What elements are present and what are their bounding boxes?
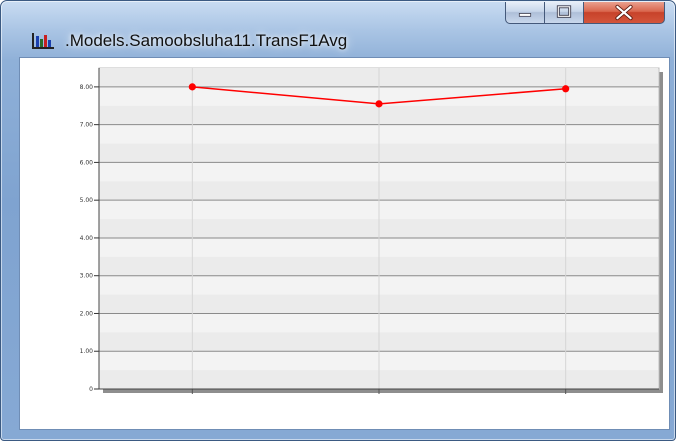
y-tick-label: 8.00 [80, 84, 94, 91]
data-point [562, 85, 570, 93]
maximize-button[interactable] [544, 2, 584, 24]
title-bar[interactable]: .Models.Samoobsluha11.TransF1Avg [1, 1, 675, 59]
y-tick-label: 3.00 [80, 273, 94, 280]
maximize-icon [556, 5, 572, 18]
minimize-button[interactable] [505, 2, 545, 24]
close-button[interactable] [583, 2, 665, 24]
data-point [188, 83, 196, 91]
y-tick-label: 5.00 [80, 197, 94, 204]
y-tick-label: 2.00 [80, 310, 94, 317]
y-tick-label: 7.00 [80, 122, 94, 129]
line-chart: 0 1.00 2.00 3.00 4.00 5.00 6.00 7.00 8.00 [80, 67, 663, 394]
minimize-icon [518, 13, 532, 17]
chart-area: 0 1.00 2.00 3.00 4.00 5.00 6.00 7.00 8.00 [19, 57, 670, 430]
chart-window: .Models.Samoobsluha11.TransF1Avg 0 1.00 … [0, 0, 676, 441]
window-title: .Models.Samoobsluha11.TransF1Avg [65, 31, 348, 50]
y-tick-label: 0 [89, 386, 93, 393]
bar-chart-icon [32, 33, 54, 49]
close-icon [615, 4, 633, 21]
y-tick-label: 1.00 [80, 348, 94, 355]
y-tick-label: 6.00 [80, 159, 94, 166]
data-point [375, 100, 383, 108]
y-tick-label: 4.00 [80, 235, 94, 242]
